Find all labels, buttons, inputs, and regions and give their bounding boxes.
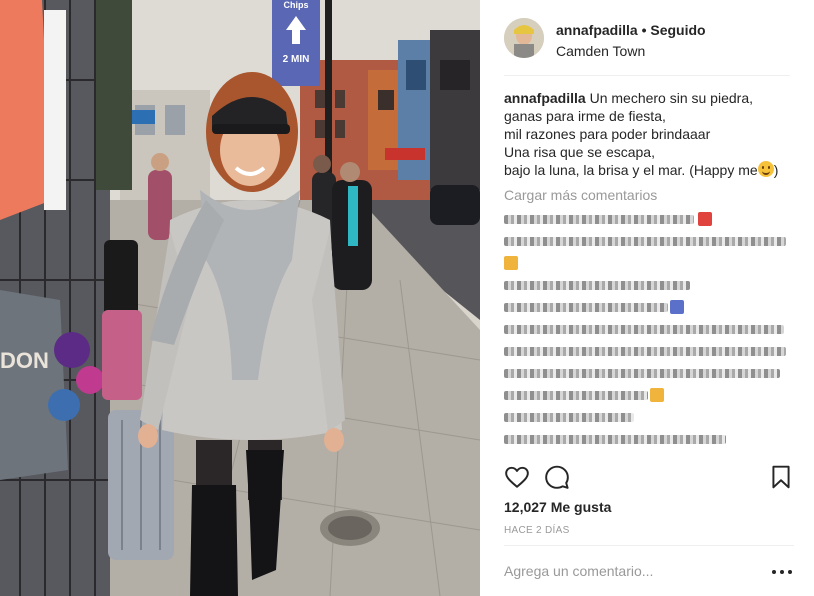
post-header: annafpadilla • Seguido Camden Town [504,16,790,76]
likes-count[interactable]: 12,027 Me gusta [504,499,611,515]
location-link[interactable]: Camden Town [556,43,645,59]
svg-text:DON: DON [0,348,49,373]
post-details-panel: annafpadilla • Seguido Camden Town annaf… [480,0,814,596]
caption-username[interactable]: annafpadilla [504,90,586,106]
pixelated-comment [504,429,794,451]
header-username[interactable]: annafpadilla [556,22,638,38]
add-comment-section [504,545,794,596]
avatar[interactable] [504,18,544,58]
post-timestamp[interactable]: HACE 2 DÍAS [504,525,570,536]
pixelated-comment [504,231,794,253]
avatar-image [504,18,544,58]
caption-line-4: Una risa que se escapa, [504,144,655,160]
heart-icon[interactable] [504,464,530,490]
caption-text-5: bajo la luna, la brisa y el mar. (Happy … [504,162,758,178]
pixelated-comment [504,363,794,385]
street-scene-image: Chips 2 MIN DON [0,0,480,596]
username-link[interactable]: annafpadilla • Seguido [556,22,706,38]
pixelated-comment [504,275,794,297]
pixelated-comment [504,253,794,275]
post-caption: annafpadilla Un mechero sin su piedra, g… [504,89,794,179]
follow-status-button[interactable]: Seguido [650,22,705,38]
pixelated-comment [504,385,794,407]
caption-line-1: annafpadilla Un mechero sin su piedra, [504,89,794,107]
smiling-face-icon [757,161,774,177]
caption-line-3: mil razones para poder brindaaar [504,126,711,142]
load-more-comments-link[interactable]: Cargar más comentarios [504,187,657,203]
pixelated-comment [504,407,794,429]
more-options-icon[interactable] [772,567,794,577]
comment-icon[interactable] [544,464,570,490]
bookmark-icon[interactable] [768,464,794,490]
header-separator: • [641,22,647,38]
pixelated-comment [504,297,794,319]
pixelated-comment [504,341,794,363]
caption-line-2: ganas para irme de fiesta, [504,108,666,124]
pixelated-comment [504,319,794,341]
comments-list [504,209,794,451]
caption-text-1: Un mechero sin su piedra, [589,90,753,106]
comment-input[interactable] [504,563,754,579]
caption-line-5: bajo la luna, la brisa y el mar. (Happy … [504,161,779,178]
sign-mid-text: 2 MIN [283,54,310,65]
post-photo[interactable]: Chips 2 MIN DON [0,0,480,596]
sign-top-text: Chips [283,0,308,10]
pixelated-comment [504,209,794,231]
post-actions [504,464,794,492]
